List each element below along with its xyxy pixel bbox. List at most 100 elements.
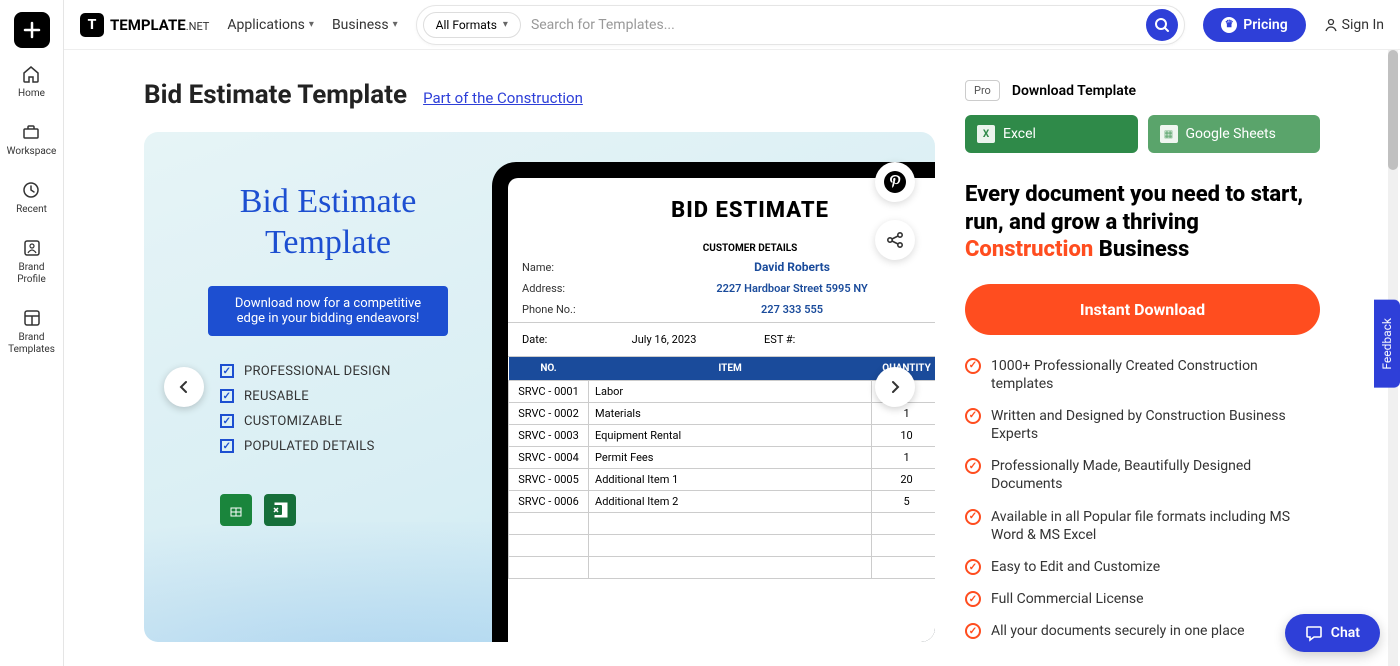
benefits-list: ✓1000+ Professionally Created Constructi…	[965, 357, 1320, 641]
logo-mark: T	[80, 13, 104, 37]
benefit-item: ✓Easy to Edit and Customize	[965, 558, 1320, 576]
document-preview: BID ESTIMATE CUSTOMER DETAILS Name:David…	[508, 178, 935, 642]
app-icons	[184, 494, 472, 526]
carousel-prev-button[interactable]	[164, 367, 204, 407]
rail-workspace[interactable]: Workspace	[7, 116, 57, 164]
pricing-label: Pricing	[1243, 17, 1287, 33]
rail-recent-label: Recent	[16, 204, 47, 216]
pitch-text: Every document you need to start, run, a…	[965, 181, 1320, 264]
rail-brand-profile-label: Brand Profile	[17, 262, 46, 286]
profile-box-icon	[22, 238, 42, 258]
search-icon	[1154, 17, 1170, 33]
chat-button[interactable]: Chat	[1285, 614, 1380, 652]
check-circle-icon: ✓	[965, 509, 981, 525]
logo-name: TEMPLATE	[110, 16, 186, 34]
excel-file-icon: X	[977, 125, 995, 143]
feature-item: ✓REUSABLE	[220, 389, 472, 404]
rail-brand-profile[interactable]: Brand Profile	[17, 232, 46, 292]
rail-home[interactable]: Home	[18, 58, 45, 106]
signin-label: Sign In	[1342, 17, 1384, 33]
preview-title: Bid Estimate Template	[184, 182, 472, 264]
check-circle-icon: ✓	[965, 591, 981, 607]
search-button[interactable]	[1146, 9, 1178, 41]
check-circle-icon: ✓	[965, 458, 981, 474]
layout-icon	[22, 308, 42, 328]
pro-badge: Pro	[965, 80, 1000, 101]
share-icon	[885, 230, 905, 250]
right-column: Pro Download Template X Excel ▦ Google S…	[965, 80, 1320, 646]
pinterest-button[interactable]	[875, 162, 915, 202]
pricing-button[interactable]: ♛ Pricing	[1203, 8, 1305, 42]
instant-download-button[interactable]: Instant Download	[965, 284, 1320, 335]
user-icon	[1324, 18, 1338, 32]
doc-subtitle: CUSTOMER DETAILS	[508, 243, 935, 254]
chat-icon	[1305, 624, 1323, 642]
chat-label: Chat	[1331, 625, 1360, 641]
sheets-file-icon: ▦	[1160, 125, 1178, 143]
nav-business[interactable]: Business ▾	[332, 17, 398, 33]
plus-icon	[23, 21, 41, 39]
benefit-item: ✓Available in all Popular file formats i…	[965, 508, 1320, 544]
share-button[interactable]	[875, 220, 915, 260]
left-column: Bid Estimate Template Part of the Constr…	[144, 80, 935, 646]
benefit-item: ✓Full Commercial License	[965, 590, 1320, 608]
rail-home-label: Home	[18, 88, 45, 100]
signin-link[interactable]: Sign In	[1324, 17, 1384, 33]
doc-table: NO.ITEMQUANTITYUNIT CO SRVC - 0001Labor5…	[508, 357, 935, 579]
nav-applications[interactable]: Applications ▾	[227, 17, 314, 33]
chevron-right-icon	[888, 380, 902, 394]
home-icon	[21, 64, 41, 84]
rail-brand-templates[interactable]: Brand Templates	[8, 302, 55, 362]
benefit-item: ✓Professionally Made, Beautifully Design…	[965, 457, 1320, 493]
feature-item: ✓PROFESSIONAL DESIGN	[220, 364, 472, 379]
format-filter-label: All Formats	[436, 18, 497, 32]
add-button[interactable]	[14, 12, 50, 48]
feature-item: ✓CUSTOMIZABLE	[220, 414, 472, 429]
pinterest-icon	[883, 170, 907, 194]
benefit-item: ✓All your documents securely in one plac…	[965, 622, 1320, 640]
breadcrumb-link[interactable]: Part of the Construction	[423, 89, 583, 107]
table-row	[509, 557, 935, 579]
download-header: Pro Download Template	[965, 80, 1320, 101]
benefit-item: ✓Written and Designed by Construction Bu…	[965, 407, 1320, 443]
benefit-item: ✓1000+ Professionally Created Constructi…	[965, 357, 1320, 393]
chevron-down-icon: ▾	[503, 19, 508, 30]
check-circle-icon: ✓	[965, 408, 981, 424]
rail-recent[interactable]: Recent	[16, 174, 47, 222]
download-buttons: X Excel ▦ Google Sheets	[965, 115, 1320, 153]
rail-workspace-label: Workspace	[7, 146, 57, 158]
carousel-next-button[interactable]	[875, 367, 915, 407]
table-row: SRVC - 0004Permit Fees1$ 2	[509, 447, 935, 469]
check-icon: ✓	[220, 439, 234, 453]
feedback-tab[interactable]: Feedback	[1374, 300, 1400, 388]
check-icon: ✓	[220, 364, 234, 378]
table-row: SRVC - 0006Additional Item 25$	[509, 491, 935, 513]
topbar: T TEMPLATE.NET Applications ▾ Business ▾…	[64, 0, 1400, 50]
chevron-left-icon	[177, 380, 191, 394]
chevron-down-icon: ▾	[309, 19, 314, 30]
download-sheets-button[interactable]: ▦ Google Sheets	[1148, 115, 1321, 153]
excel-icon	[264, 494, 296, 526]
feature-list: ✓PROFESSIONAL DESIGN ✓REUSABLE ✓CUSTOMIZ…	[184, 364, 472, 454]
check-icon: ✓	[220, 389, 234, 403]
preview-banner: Download now for a competitive edge in y…	[208, 286, 448, 336]
table-row: SRVC - 0005Additional Item 120$	[509, 469, 935, 491]
search-input[interactable]	[531, 17, 1136, 33]
preview-right-panel: BID ESTIMATE CUSTOMER DETAILS Name:David…	[492, 132, 935, 642]
logo-domain: .NET	[186, 20, 210, 33]
content: Bid Estimate Template Part of the Constr…	[64, 50, 1400, 666]
download-title: Download Template	[1012, 83, 1136, 99]
table-row	[509, 535, 935, 557]
search-bar: All Formats ▾	[416, 5, 1186, 45]
briefcase-icon	[21, 122, 41, 142]
doc-title: BID ESTIMATE	[508, 198, 935, 223]
scrollbar-thumb[interactable]	[1388, 50, 1398, 170]
table-row: SRVC - 0002Materials1$ 1,0	[509, 403, 935, 425]
check-circle-icon: ✓	[965, 559, 981, 575]
feature-item: ✓POPULATED DETAILS	[220, 439, 472, 454]
crown-icon: ♛	[1221, 17, 1237, 33]
format-filter[interactable]: All Formats ▾	[423, 12, 521, 38]
clock-icon	[21, 180, 41, 200]
logo[interactable]: T TEMPLATE.NET	[80, 13, 209, 37]
download-excel-button[interactable]: X Excel	[965, 115, 1138, 153]
